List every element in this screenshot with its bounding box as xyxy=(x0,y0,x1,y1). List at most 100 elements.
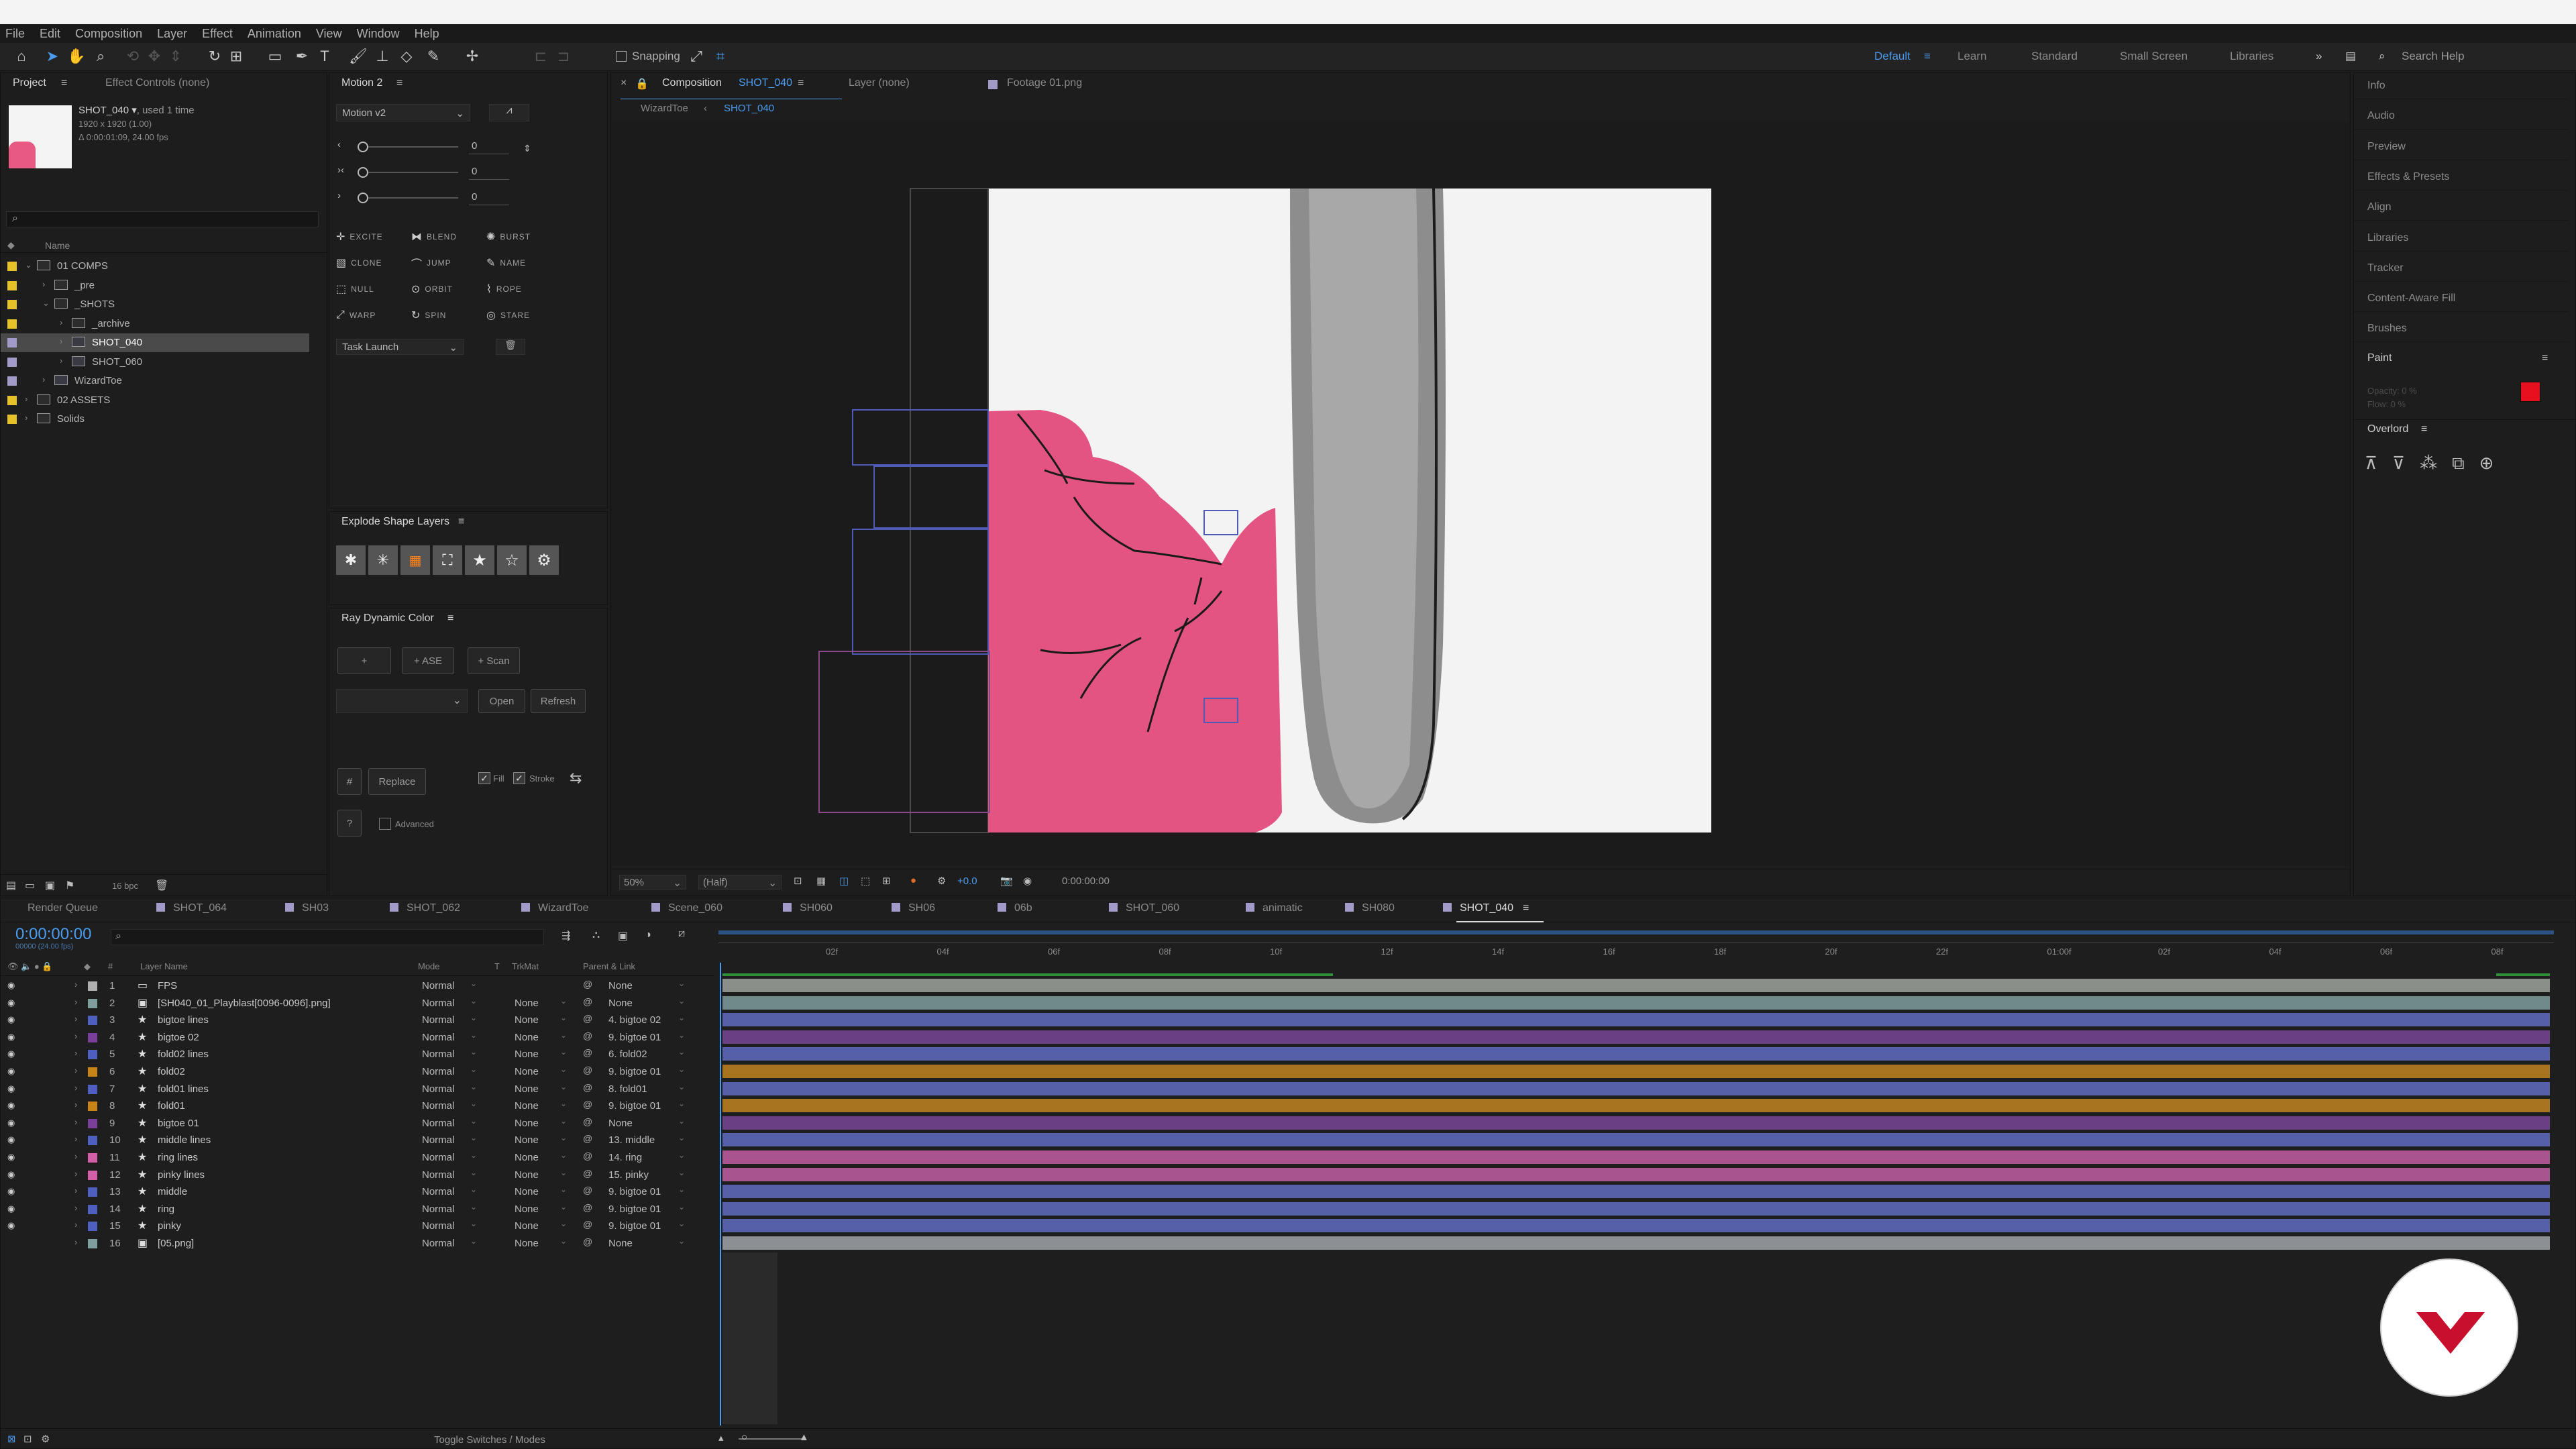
eraser-tool-icon[interactable]: ◇ xyxy=(397,47,416,66)
gear-icon[interactable]: ⚙ xyxy=(41,1433,50,1445)
tab-composition[interactable]: Composition xyxy=(662,77,722,89)
align-center-icon[interactable]: ⊐ xyxy=(554,47,573,66)
tab-effect-controls[interactable]: Effect Controls (none) xyxy=(105,77,209,89)
overlord-menu-icon[interactable]: ≡ xyxy=(2421,423,2427,435)
pen-tool-icon[interactable]: ✒ xyxy=(292,47,311,66)
disclosure-icon[interactable]: › xyxy=(25,413,28,423)
zoom-in-icon[interactable]: ▲ xyxy=(799,1432,809,1443)
disclosure-icon[interactable]: ⌄ xyxy=(25,260,32,270)
workspace-default[interactable]: Default xyxy=(1874,50,1911,63)
ray-add-button[interactable]: + xyxy=(337,647,391,674)
toggle-switches-modes[interactable]: Toggle Switches / Modes xyxy=(434,1434,545,1446)
label-swatch[interactable] xyxy=(7,395,17,405)
panel-content-aware-fill[interactable]: Content-Aware Fill xyxy=(2367,292,2455,305)
motion-button-blend[interactable]: ⧓ BLEND xyxy=(411,226,481,248)
breadcrumb-shot040[interactable]: SHOT_040 xyxy=(724,103,774,114)
disclosure-icon[interactable]: › xyxy=(60,317,62,327)
home-icon[interactable]: ⌂ xyxy=(12,47,31,66)
explode-title[interactable]: Explode Shape Layers xyxy=(341,516,449,528)
layer-duration-bar[interactable] xyxy=(722,1065,2550,1078)
ray-help-button[interactable]: ? xyxy=(337,810,362,837)
brush-tool-icon[interactable]: 🖌 xyxy=(349,47,368,66)
layer-duration-bar[interactable] xyxy=(722,1167,2550,1181)
time-zoom-slider[interactable] xyxy=(739,1438,803,1440)
gear-icon[interactable]: ⚙ xyxy=(529,545,559,575)
motion-button-null[interactable]: ⬚ NULL xyxy=(336,278,406,300)
resolution-select[interactable]: (Half) ⌄ xyxy=(698,875,782,890)
task-launch-delete-button[interactable]: 🗑 xyxy=(496,339,525,355)
slider-value[interactable]: 0 xyxy=(472,191,477,203)
motion-button-jump[interactable]: ⌒ JUMP xyxy=(411,252,481,274)
mask-visibility-icon[interactable]: ◫ xyxy=(839,875,849,887)
ray-menu-icon[interactable]: ≡ xyxy=(447,612,453,625)
slider-track[interactable] xyxy=(358,146,458,148)
disclosure-icon[interactable]: › xyxy=(60,336,62,346)
label-swatch[interactable] xyxy=(7,357,17,367)
paint-menu-icon[interactable]: ≡ xyxy=(2542,352,2548,364)
zoom-tool-icon[interactable]: ⌕ xyxy=(91,47,110,66)
anchor-tool-icon[interactable]: ⊞ xyxy=(227,47,246,66)
close-tab-icon[interactable]: × xyxy=(621,77,627,89)
project-item[interactable]: › _archive xyxy=(1,315,309,333)
panel-brushes[interactable]: Brushes xyxy=(2367,323,2407,335)
explode-menu-icon[interactable]: ≡ xyxy=(458,516,464,528)
panel-icon[interactable]: ▤ xyxy=(2345,50,2356,63)
pull-to-ai-icon[interactable]: ⊽ xyxy=(2392,453,2405,474)
ray-add-scan-button[interactable]: + Scan xyxy=(468,647,520,674)
selection-tool-icon[interactable]: ➤ xyxy=(43,47,62,66)
project-item[interactable]: › _pre xyxy=(1,276,309,295)
motion-slider[interactable]: ‹ 0 xyxy=(337,138,539,156)
layer-duration-bar[interactable] xyxy=(722,1133,2550,1147)
flowchart-icon[interactable]: ⚑ xyxy=(65,879,74,892)
orbit-camera-icon[interactable]: ⟲ xyxy=(123,47,142,66)
name-column-header[interactable]: Name xyxy=(45,240,70,251)
ray-replace-button[interactable]: Replace xyxy=(368,768,426,795)
menu-animation[interactable]: Animation xyxy=(248,27,301,41)
lock-icon[interactable]: 🔒 xyxy=(635,77,649,91)
label-swatch[interactable] xyxy=(7,415,17,424)
snap-options-icon[interactable]: ⤢ xyxy=(687,47,706,66)
label-column-icon[interactable]: ◆ xyxy=(7,239,15,251)
motion-button-name[interactable]: ✎ NAME xyxy=(486,252,556,274)
layer-duration-bar[interactable] xyxy=(722,996,2550,1010)
project-item[interactable]: › Solids xyxy=(1,410,309,429)
slider-handle[interactable] xyxy=(358,193,368,203)
easing-graph-button[interactable]: ⩘ xyxy=(489,104,529,121)
delete-icon[interactable]: 🗑 xyxy=(155,879,168,892)
time-zoom-handle[interactable]: ○ xyxy=(741,1432,747,1443)
grid-guides-icon[interactable]: ⊞ xyxy=(882,875,891,887)
swap-icon[interactable]: ⇆ xyxy=(570,769,582,787)
panel-info[interactable]: Info xyxy=(2367,80,2385,92)
layer-duration-bar[interactable] xyxy=(722,1219,2550,1233)
hand-tool-icon[interactable]: ✋ xyxy=(67,47,86,66)
project-menu-icon[interactable]: ≡ xyxy=(61,77,67,89)
merge-icon[interactable]: ✳ xyxy=(368,545,398,575)
split-icon[interactable]: ⧉ xyxy=(2452,453,2465,474)
motion-slider[interactable]: › 0 xyxy=(337,189,539,207)
rectangle-tool-icon[interactable]: ▭ xyxy=(266,47,284,66)
dolly-camera-icon[interactable]: ⇕ xyxy=(166,47,185,66)
menu-file[interactable]: File xyxy=(5,27,25,41)
type-tool-icon[interactable]: T xyxy=(315,47,334,66)
clone-stamp-icon[interactable]: ⊥ xyxy=(373,47,392,66)
menu-layer[interactable]: Layer xyxy=(157,27,187,41)
slider-track[interactable] xyxy=(358,197,458,199)
slider-handle[interactable] xyxy=(358,142,368,152)
breadcrumb-wizardtoe[interactable]: WizardToe xyxy=(641,103,688,114)
motion-title[interactable]: Motion 2 xyxy=(341,77,382,89)
item-name[interactable]: SHOT_040 ▾ xyxy=(78,105,137,116)
new-artboard-icon[interactable]: ⊕ xyxy=(2479,453,2494,474)
project-item[interactable]: ⌄ 01 COMPS xyxy=(1,257,309,276)
align-left-icon[interactable]: ⊏ xyxy=(531,47,550,66)
layer-duration-bar[interactable] xyxy=(722,979,2550,992)
playhead[interactable] xyxy=(720,963,721,1426)
color-management-icon[interactable]: ⚙ xyxy=(937,875,946,887)
motion-preset-select[interactable]: Motion v2 ⌄ xyxy=(336,104,470,121)
stroke-checkbox[interactable]: ✓ xyxy=(513,772,525,784)
disclosure-icon[interactable]: › xyxy=(42,374,45,384)
tab-layer[interactable]: Layer (none) xyxy=(849,77,910,89)
motion-button-burst[interactable]: ✺ BURST xyxy=(486,226,556,248)
menu-effect[interactable]: Effect xyxy=(202,27,233,41)
project-item[interactable]: › 02 ASSETS xyxy=(1,391,309,410)
layer-duration-bar[interactable] xyxy=(722,1150,2550,1164)
